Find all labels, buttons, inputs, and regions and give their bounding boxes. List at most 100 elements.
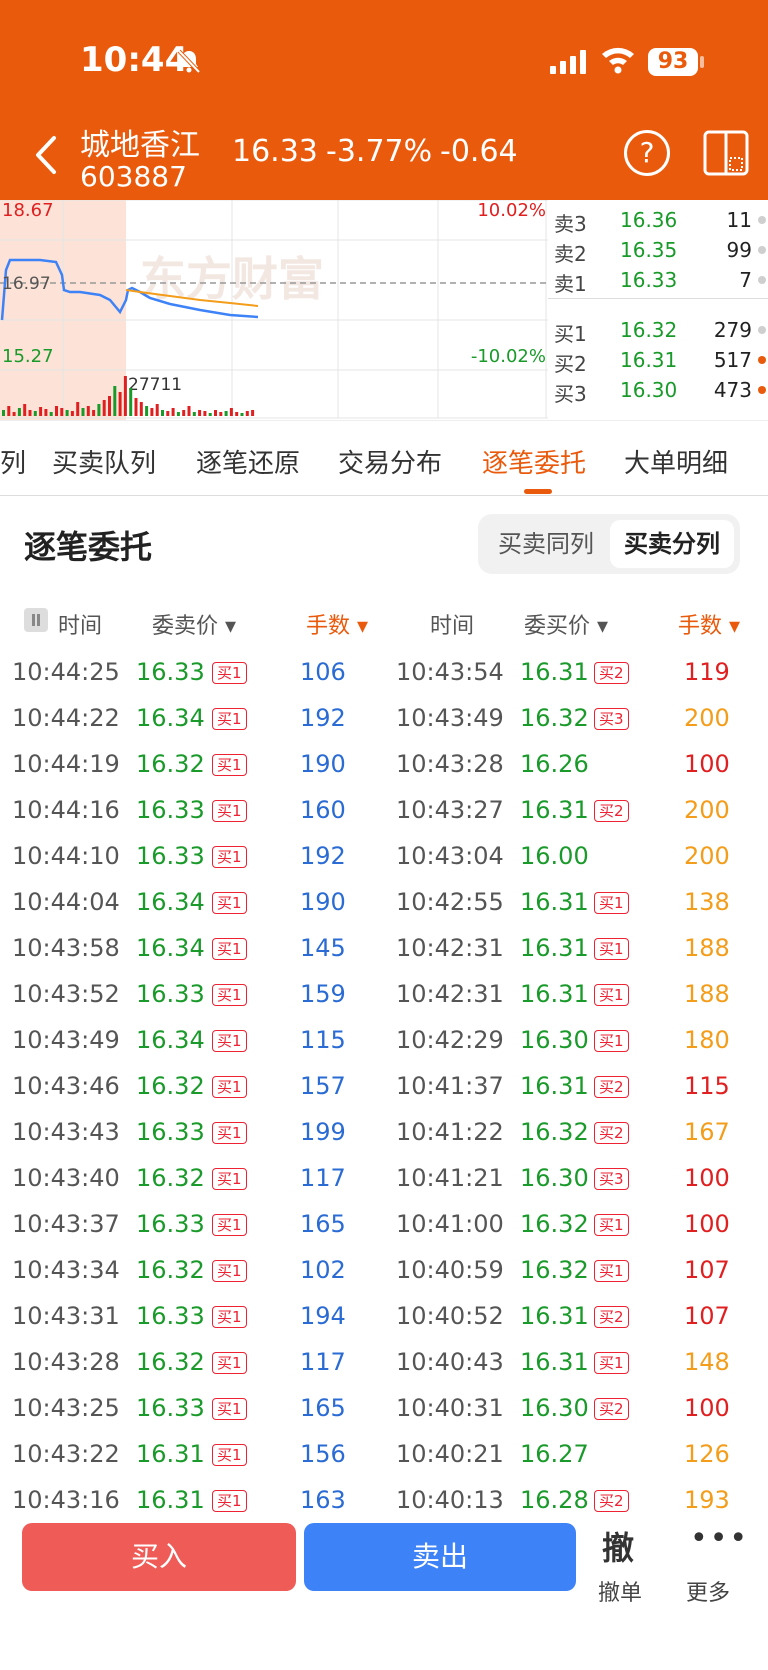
sell-time: 10:43:16 — [12, 1486, 120, 1514]
split-layout-icon[interactable] — [702, 128, 750, 178]
cancel-order-icon[interactable]: 撤 — [602, 1523, 634, 1569]
stock-header: 城地香江 603887 16.33 -3.77% -0.64 ? — [0, 120, 768, 200]
buy-lots: 148 — [684, 1348, 730, 1376]
chart-up-pct: 10.02% — [477, 200, 546, 221]
header-sell-lots[interactable]: 手数 ▾ — [306, 608, 368, 640]
more-icon[interactable]: ••• — [690, 1521, 749, 1556]
buy-lots: 200 — [684, 796, 730, 824]
buy-time: 10:40:52 — [396, 1302, 504, 1330]
chart-low-label: 15.27 — [2, 346, 54, 367]
tab-tick-restore[interactable]: 逐笔还原 — [196, 443, 300, 480]
sell-queue-badge: 买1 — [212, 1168, 247, 1190]
sell-queue-badge: 买1 — [212, 708, 247, 730]
tab-large-orders[interactable]: 大单明细 — [624, 443, 728, 480]
tab-tick-orders[interactable]: 逐笔委托 — [482, 443, 586, 480]
order-row: 10:44:25 16.33 买1 106 10:43:54 16.31 买2 119 — [0, 650, 768, 696]
volume-bar — [166, 411, 170, 416]
buy-time: 10:43:54 — [396, 658, 504, 686]
order-row: 10:43:40 16.32 买1 117 10:41:21 16.30 买3 100 — [0, 1156, 768, 1202]
order-row: 10:44:16 16.33 买1 160 10:43:27 16.31 买2 200 — [0, 788, 768, 834]
buy-lots: 180 — [684, 1026, 730, 1054]
buy-lots: 119 — [684, 658, 730, 686]
order-row: 10:43:37 16.33 买1 165 10:41:00 16.32 买1 100 — [0, 1202, 768, 1248]
buy-price: 16.31 — [520, 1348, 589, 1376]
order-book-level: 买3 — [554, 382, 587, 406]
volume-bar — [65, 410, 69, 416]
order-row: 10:44:22 16.34 买1 192 10:43:49 16.32 买3 200 — [0, 696, 768, 742]
order-row: 10:43:25 16.33 买1 165 10:40:31 16.30 买2 100 — [0, 1386, 768, 1432]
volume-bar — [44, 409, 48, 416]
order-row: 10:43:34 16.32 买1 102 10:40:59 16.32 买1 107 — [0, 1248, 768, 1294]
order-book-divider — [548, 298, 768, 299]
stock-change-percent: -3.77% — [326, 134, 433, 169]
order-book: 卖3 16.36 11 卖2 16.35 99 卖1 16.33 7 买1 16.32 279 买2 16… — [548, 200, 768, 420]
stock-change-amount: -0.64 — [440, 134, 518, 169]
order-book-price: 16.35 — [620, 238, 678, 262]
sell-price: 16.33 — [136, 1210, 205, 1238]
buy-time: 10:42:31 — [396, 980, 504, 1008]
buy-queue-badge: 买1 — [594, 1030, 629, 1052]
buy-queue-badge: 买1 — [594, 1214, 629, 1236]
column-headers: 时间 委卖价 ▾ 手数 ▾ 时间 委买价 ▾ 手数 ▾ — [0, 600, 768, 640]
sell-lots: 163 — [300, 1486, 346, 1514]
buy-time: 10:43:28 — [396, 750, 504, 778]
sell-time: 10:44:04 — [12, 888, 120, 916]
tab-trade-distribution[interactable]: 交易分布 — [338, 443, 442, 480]
volume-bar — [7, 406, 11, 416]
sell-price: 16.32 — [136, 1164, 205, 1192]
order-row: 10:44:04 16.34 买1 190 10:42:55 16.31 买1 138 — [0, 880, 768, 926]
buy-price: 16.30 — [520, 1164, 589, 1192]
sell-lots: 115 — [300, 1026, 346, 1054]
cancel-order-label[interactable]: 撤单 — [598, 1575, 642, 1607]
sell-time: 10:44:22 — [12, 704, 120, 732]
split-column-button[interactable]: 买卖分列 — [610, 520, 734, 568]
buy-lots: 193 — [684, 1486, 730, 1514]
volume-bar — [155, 404, 159, 416]
volume-bar — [187, 406, 191, 416]
tab-order-queue[interactable]: 买卖队列 — [52, 443, 156, 480]
header-sell-price[interactable]: 委卖价 ▾ — [152, 608, 236, 640]
sell-queue-badge: 买1 — [212, 1076, 247, 1098]
buy-lots: 100 — [684, 1164, 730, 1192]
pause-icon[interactable] — [24, 608, 48, 632]
sell-time: 10:43:43 — [12, 1118, 120, 1146]
buy-button[interactable]: 买入 — [22, 1523, 296, 1591]
buy-time: 10:40:59 — [396, 1256, 504, 1284]
volume-bar — [123, 376, 127, 416]
header-buy-lots[interactable]: 手数 ▾ — [678, 608, 740, 640]
buy-lots: 100 — [684, 1210, 730, 1238]
buy-price: 16.27 — [520, 1440, 589, 1468]
order-book-volume: 473 — [713, 378, 752, 402]
sell-queue-badge: 买1 — [212, 662, 247, 684]
volume-bar — [214, 410, 217, 416]
help-icon[interactable]: ? — [624, 130, 670, 176]
same-column-button[interactable]: 买卖同列 — [484, 520, 608, 568]
order-book-volume: 99 — [726, 238, 752, 262]
buy-time: 10:41:22 — [396, 1118, 504, 1146]
sell-queue-badge: 买1 — [212, 1490, 247, 1512]
volume-bar — [203, 411, 207, 416]
buy-lots: 126 — [684, 1440, 730, 1468]
back-arrow-icon[interactable] — [28, 130, 68, 180]
intraday-chart[interactable]: 东方财富 18.67 16.97 15.27 10.02% -10.02% 27… — [0, 200, 548, 420]
sell-time: 10:44:19 — [12, 750, 120, 778]
order-book-level: 买1 — [554, 322, 587, 346]
sell-time: 10:43:28 — [12, 1348, 120, 1376]
buy-queue-badge: 买2 — [594, 1398, 629, 1420]
sell-button[interactable]: 卖出 — [304, 1523, 576, 1591]
order-book-price: 16.32 — [620, 318, 678, 342]
tab-queue-partial[interactable]: 列 — [0, 443, 26, 480]
more-label[interactable]: 更多 — [686, 1575, 730, 1607]
buy-queue-badge: 买1 — [594, 1260, 629, 1282]
header-buy-price[interactable]: 委买价 ▾ — [524, 608, 608, 640]
volume-bar — [39, 407, 43, 416]
buy-time: 10:40:43 — [396, 1348, 504, 1376]
stock-name: 城地香江 — [80, 128, 200, 163]
sell-lots: 159 — [300, 980, 346, 1008]
order-list[interactable]: 10:44:25 16.33 买1 106 10:43:54 16.31 买2 119 10:4… — [0, 650, 768, 1515]
buy-time: 10:40:21 — [396, 1440, 504, 1468]
battery-tip — [700, 56, 704, 68]
volume-bar — [176, 412, 180, 416]
sell-time: 10:43:40 — [12, 1164, 120, 1192]
sell-time: 10:44:16 — [12, 796, 120, 824]
